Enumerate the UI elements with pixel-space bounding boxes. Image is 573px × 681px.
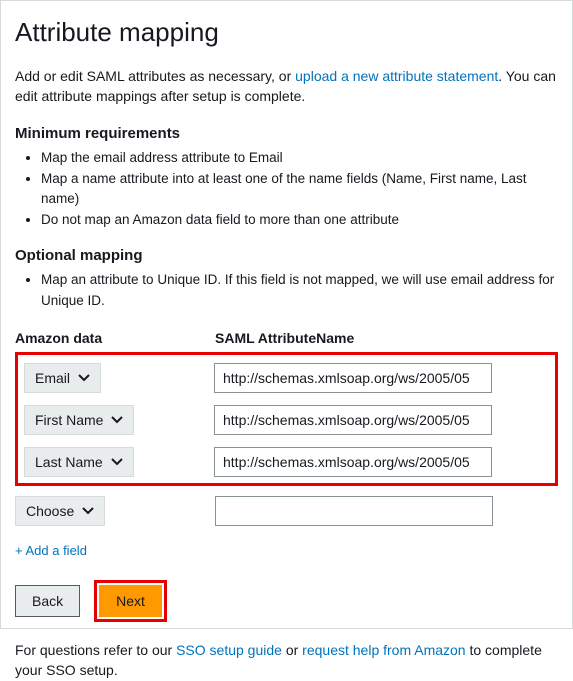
intro-prefix: Add or edit SAML attributes as necessary… bbox=[15, 68, 295, 84]
chevron-down-icon bbox=[78, 372, 90, 384]
choose-attr-input[interactable] bbox=[215, 496, 493, 526]
next-button[interactable]: Next bbox=[99, 585, 162, 617]
mapping-row-lastname: Last Name bbox=[24, 447, 549, 477]
footer-p2: or bbox=[282, 642, 302, 658]
choose-dropdown[interactable]: Choose bbox=[15, 496, 105, 526]
button-row: Back Next bbox=[15, 580, 558, 622]
dropdown-label: First Name bbox=[35, 412, 103, 428]
footer-text: For questions refer to our SSO setup gui… bbox=[15, 640, 558, 681]
mapping-highlight: Email First Name Last Name bbox=[15, 352, 558, 486]
min-req-list: Map the email address attribute to Email… bbox=[15, 148, 558, 232]
page-title: Attribute mapping bbox=[15, 17, 558, 48]
lastname-attr-input[interactable] bbox=[214, 447, 492, 477]
dropdown-label: Last Name bbox=[35, 454, 103, 470]
add-field-link[interactable]: + Add a field bbox=[15, 543, 87, 558]
email-dropdown[interactable]: Email bbox=[24, 363, 101, 393]
opt-map-title: Optional mapping bbox=[15, 247, 558, 264]
column-headers: Amazon data SAML AttributeName bbox=[15, 330, 558, 346]
firstname-dropdown[interactable]: First Name bbox=[24, 405, 134, 435]
chevron-down-icon bbox=[82, 505, 94, 517]
col-amazon-data: Amazon data bbox=[15, 330, 215, 346]
opt-map-list: Map an attribute to Unique ID. If this f… bbox=[15, 270, 558, 312]
lastname-dropdown[interactable]: Last Name bbox=[24, 447, 134, 477]
email-attr-input[interactable] bbox=[214, 363, 492, 393]
mapping-row-choose: Choose bbox=[15, 496, 558, 526]
firstname-attr-input[interactable] bbox=[214, 405, 492, 435]
sso-guide-link[interactable]: SSO setup guide bbox=[176, 642, 282, 658]
dropdown-label: Choose bbox=[26, 503, 74, 519]
intro-text: Add or edit SAML attributes as necessary… bbox=[15, 66, 558, 107]
min-req-title: Minimum requirements bbox=[15, 125, 558, 142]
dropdown-label: Email bbox=[35, 370, 70, 386]
next-highlight: Next bbox=[94, 580, 167, 622]
mapping-row-firstname: First Name bbox=[24, 405, 549, 435]
back-button[interactable]: Back bbox=[15, 585, 80, 617]
mapping-row-email: Email bbox=[24, 363, 549, 393]
request-help-link[interactable]: request help from Amazon bbox=[302, 642, 465, 658]
chevron-down-icon bbox=[111, 414, 123, 426]
footer-p1: For questions refer to our bbox=[15, 642, 176, 658]
upload-attribute-link[interactable]: upload a new attribute statement bbox=[295, 68, 498, 84]
list-item: Do not map an Amazon data field to more … bbox=[41, 210, 558, 231]
list-item: Map an attribute to Unique ID. If this f… bbox=[41, 270, 558, 312]
attribute-mapping-panel: Attribute mapping Add or edit SAML attri… bbox=[0, 0, 573, 629]
list-item: Map a name attribute into at least one o… bbox=[41, 169, 558, 211]
col-saml-attr: SAML AttributeName bbox=[215, 330, 558, 346]
list-item: Map the email address attribute to Email bbox=[41, 148, 558, 169]
chevron-down-icon bbox=[111, 456, 123, 468]
